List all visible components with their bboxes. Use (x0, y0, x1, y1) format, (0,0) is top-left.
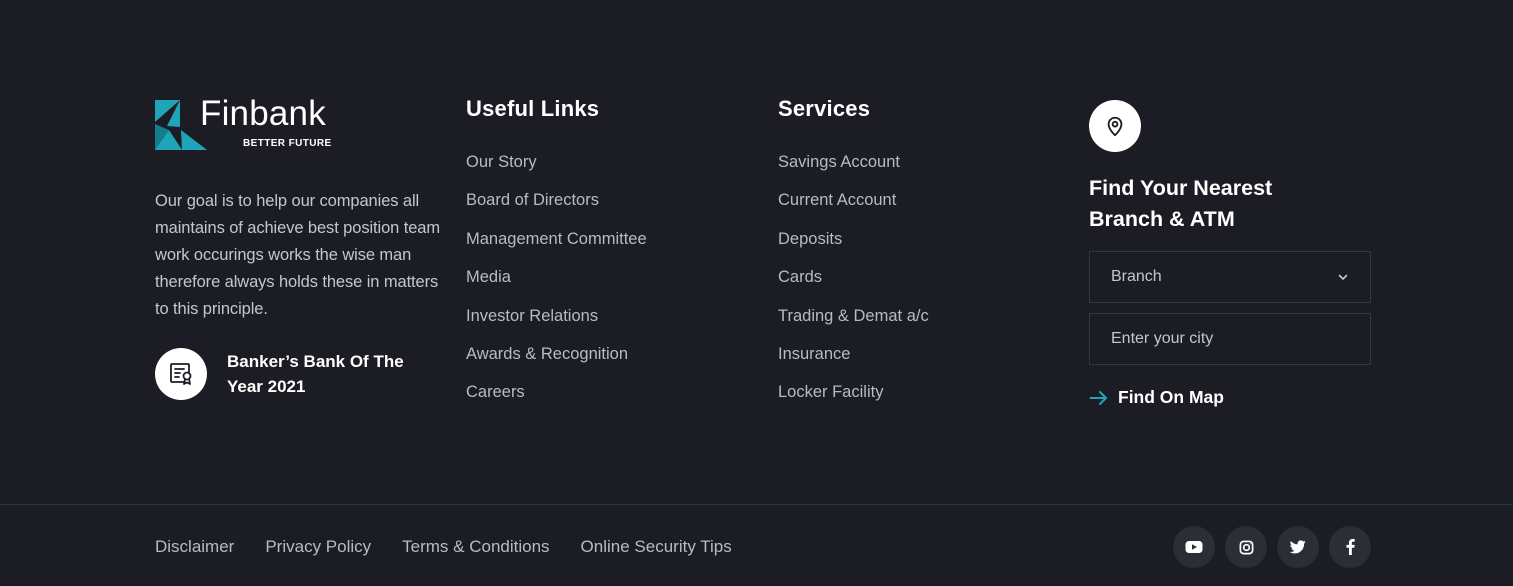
branch-select[interactable]: Branch (1089, 251, 1371, 303)
services-list: Savings Account Current Account Deposits… (778, 152, 1038, 421)
legal-link-terms-conditions[interactable]: Terms & Conditions (402, 536, 549, 558)
footer-link-media[interactable]: Media (466, 267, 726, 305)
facebook-icon (1346, 539, 1355, 555)
award-badge: Banker’s Bank Of The Year 2021 (155, 348, 445, 400)
footer-services-column: Services Savings Account Current Account… (778, 96, 1038, 421)
footer-useful-links-column: Useful Links Our Story Board of Director… (466, 96, 726, 421)
site-footer: Finbank BETTER FUTURE Our goal is to hel… (0, 0, 1513, 504)
service-link-insurance[interactable]: Insurance (778, 344, 1038, 382)
about-description: Our goal is to help our companies all ma… (155, 192, 441, 318)
social-links (1173, 526, 1371, 568)
brand-tagline: BETTER FUTURE (243, 138, 332, 149)
legal-link-disclaimer[interactable]: Disclaimer (155, 536, 234, 558)
branch-select-value: Branch (1111, 268, 1162, 285)
footer-link-investor-relations[interactable]: Investor Relations (466, 306, 726, 344)
youtube-icon (1185, 541, 1203, 553)
legal-link-online-security-tips[interactable]: Online Security Tips (581, 536, 732, 558)
chevron-down-icon (1338, 274, 1348, 280)
footer-link-management-committee[interactable]: Management Committee (466, 229, 726, 267)
find-on-map-label: Find On Map (1118, 387, 1224, 407)
facebook-button[interactable] (1329, 526, 1371, 568)
service-link-cards[interactable]: Cards (778, 267, 1038, 305)
instagram-icon (1239, 540, 1253, 554)
map-pin-icon (1089, 100, 1141, 152)
services-title: Services (778, 96, 871, 121)
footer-bottom-bar: Disclaimer Privacy Policy Terms & Condit… (0, 505, 1513, 586)
brand-logo[interactable]: Finbank BETTER FUTURE (155, 96, 445, 156)
footer-link-our-story[interactable]: Our Story (466, 152, 726, 190)
footer-link-awards-recognition[interactable]: Awards & Recognition (466, 344, 726, 382)
city-input[interactable] (1089, 313, 1371, 365)
legal-link-privacy-policy[interactable]: Privacy Policy (265, 536, 371, 558)
service-link-deposits[interactable]: Deposits (778, 229, 1038, 267)
footer-about-column: Finbank BETTER FUTURE Our goal is to hel… (155, 96, 445, 400)
arrow-right-icon (1089, 390, 1107, 405)
twitter-button[interactable] (1277, 526, 1319, 568)
branch-finder: Find Your Nearest Branch & ATM Branch Fi… (1089, 100, 1371, 408)
service-link-current-account[interactable]: Current Account (778, 190, 1038, 228)
branch-finder-title: Find Your Nearest Branch & ATM (1089, 176, 1273, 231)
brand-name: Finbank (200, 94, 326, 133)
instagram-button[interactable] (1225, 526, 1267, 568)
useful-links-title: Useful Links (466, 96, 600, 121)
certificate-icon (155, 348, 207, 400)
service-link-savings-account[interactable]: Savings Account (778, 152, 1038, 190)
service-link-locker-facility[interactable]: Locker Facility (778, 382, 1038, 420)
legal-links: Disclaimer Privacy Policy Terms & Condit… (155, 536, 763, 558)
footer-link-board-of-directors[interactable]: Board of Directors (466, 190, 726, 228)
find-on-map-link[interactable]: Find On Map (1089, 387, 1371, 408)
twitter-icon (1290, 540, 1306, 554)
youtube-button[interactable] (1173, 526, 1215, 568)
useful-links-list: Our Story Board of Directors Management … (466, 152, 726, 421)
service-link-trading-demat[interactable]: Trading & Demat a/c (778, 306, 1038, 344)
award-title: Banker’s Bank Of The Year 2021 (227, 352, 404, 396)
footer-link-careers[interactable]: Careers (466, 382, 726, 420)
